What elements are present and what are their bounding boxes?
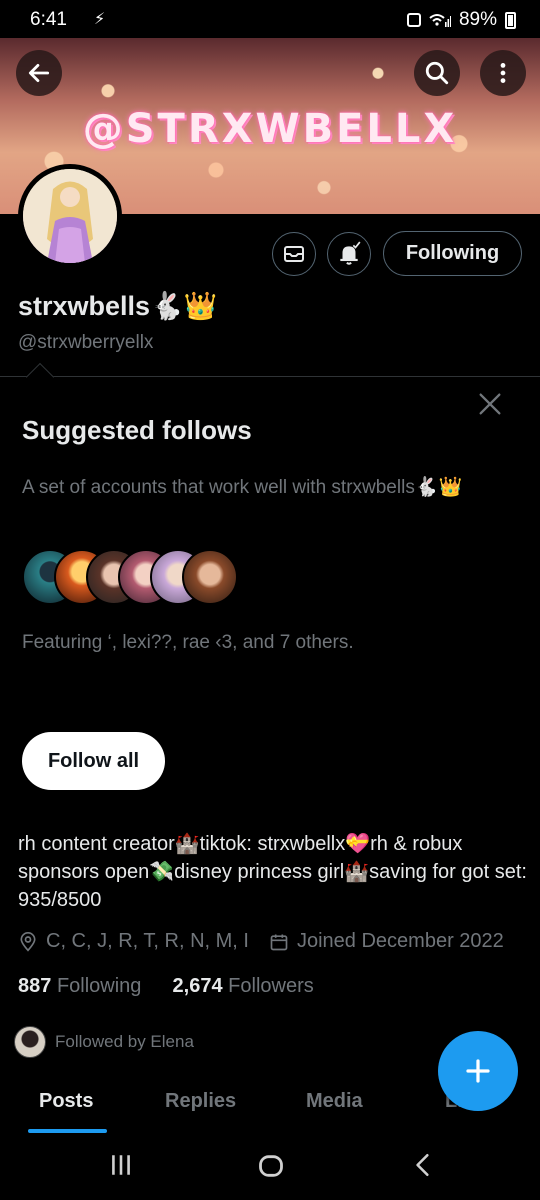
battery-icon — [505, 11, 516, 29]
avatar-image — [23, 169, 117, 263]
status-bar: 6:41 ⚡ 89% — [0, 0, 540, 38]
back-button[interactable] — [16, 50, 62, 96]
back-arrow-icon — [28, 64, 50, 82]
display-name: strxwbells🐇👑 — [18, 291, 218, 321]
location-icon — [20, 931, 36, 952]
suggested-avatars[interactable] — [22, 549, 242, 605]
profile-bio: rh content creator🏰tiktok: strxwbellx💝rh… — [18, 833, 527, 911]
followers-stat[interactable]: 2,674 Followers — [173, 975, 314, 997]
suggested-featuring: Featuring ‘, lexi??, rae ‹3, and 7 other… — [22, 632, 354, 653]
following-label: Following — [56, 975, 142, 997]
followed-by-text: Followed by Elena — [55, 1032, 194, 1051]
status-right: 89% — [406, 9, 516, 31]
profile-meta: C, C, J, R, T, R, N, M, I Joined Decembe… — [18, 930, 504, 953]
more-vertical-icon — [500, 63, 506, 83]
search-button[interactable] — [414, 50, 460, 96]
system-nav-bar — [0, 1140, 540, 1200]
recents-icon[interactable] — [108, 1152, 134, 1178]
more-options-button[interactable] — [480, 50, 526, 96]
wifi-signal-icon — [429, 14, 451, 27]
followed-by[interactable]: Followed by Elena — [14, 1026, 194, 1058]
profile-location: C, C, J, R, T, R, N, M, I — [46, 930, 249, 952]
tab-media[interactable]: Media — [306, 1090, 363, 1113]
close-icon — [479, 393, 501, 415]
follower-avatar — [14, 1026, 46, 1058]
active-tab-indicator — [28, 1129, 107, 1133]
following-count: 887 — [18, 975, 52, 997]
tab-replies[interactable]: Replies — [165, 1090, 236, 1113]
mail-icon — [284, 246, 304, 262]
battery-percent: 89% — [458, 9, 497, 30]
profile-joined: Joined December 2022 — [296, 930, 504, 952]
follow-all-button[interactable]: Follow all — [22, 732, 165, 790]
battery-saver-icon — [406, 13, 421, 27]
suggested-title: Suggested follows — [22, 415, 252, 445]
following-stat[interactable]: 887 Following — [18, 975, 141, 997]
bell-icon — [340, 241, 361, 265]
avatar-illustration — [23, 169, 117, 263]
search-icon — [425, 61, 449, 85]
followers-label: Followers — [228, 975, 314, 997]
compose-button[interactable] — [438, 1031, 518, 1111]
followers-count: 2,674 — [172, 975, 223, 997]
plus-icon — [466, 1059, 490, 1083]
profile-avatar[interactable] — [18, 164, 122, 268]
notification-icon: ⚡ — [94, 11, 106, 28]
divider — [0, 376, 540, 377]
notifications-button[interactable] — [327, 232, 371, 276]
calendar-icon — [270, 934, 288, 950]
home-icon[interactable] — [257, 1152, 285, 1180]
back-icon[interactable] — [410, 1152, 436, 1178]
message-button[interactable] — [272, 232, 316, 276]
user-handle: @strxwberryellx — [18, 332, 154, 353]
tab-posts[interactable]: Posts — [39, 1090, 93, 1113]
following-button[interactable]: Following — [383, 231, 522, 276]
suggested-avatar[interactable] — [182, 549, 238, 605]
banner-title: @STRXWBELLX — [82, 106, 458, 152]
panel-pointer — [25, 362, 55, 392]
dismiss-suggestions-button[interactable] — [476, 390, 504, 418]
status-time: 6:41 — [30, 9, 67, 30]
profile-stats: 887 Following 2,674 Followers — [18, 975, 314, 998]
suggested-description: A set of accounts that work well with st… — [22, 477, 463, 498]
